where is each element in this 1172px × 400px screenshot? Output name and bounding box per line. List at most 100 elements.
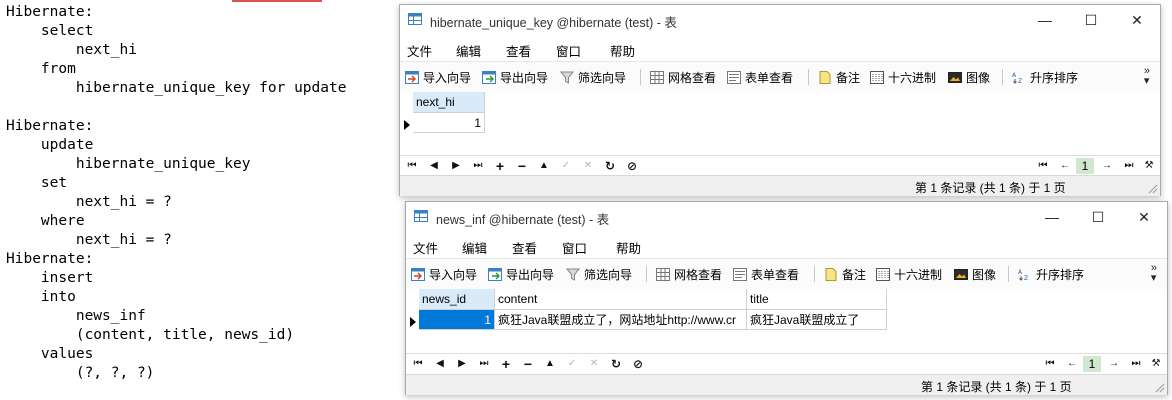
column-header-next-hi[interactable]: next_hi	[413, 92, 485, 113]
first-record-button[interactable]: ⏮	[405, 159, 419, 173]
previous-record-button[interactable]: ◀	[427, 159, 441, 173]
record-status-text: 第 1 条记录 (共 1 条) 于 1 页	[915, 181, 1066, 195]
table-cell[interactable]: 1	[413, 113, 485, 133]
import-icon	[411, 267, 425, 281]
first-page-button[interactable]: ⏮	[1036, 159, 1050, 173]
import-wizard-button[interactable]: 导入向导	[405, 69, 471, 85]
menu-view[interactable]: 查看	[512, 238, 537, 257]
toolbar-overflow-icon[interactable]: » ▾	[1151, 263, 1157, 284]
cancel-icon[interactable]: ✕	[581, 159, 595, 173]
filter-wizard-button[interactable]: 筛选向导	[560, 69, 626, 85]
menu-help[interactable]: 帮助	[610, 41, 635, 60]
console-line: (?, ?, ?)	[6, 365, 155, 381]
delete-record-button[interactable]: −	[521, 357, 535, 371]
menu-edit[interactable]: 编辑	[462, 238, 487, 257]
sort-ascending-button[interactable]: AZ 升序排序	[1012, 69, 1078, 85]
hex-button[interactable]: 十六进制	[876, 266, 942, 282]
console-line: where	[6, 213, 85, 229]
image-button[interactable]: 图像	[954, 266, 996, 282]
add-record-button[interactable]: +	[499, 357, 513, 371]
close-button[interactable]: ✕	[1121, 202, 1167, 232]
filter-wizard-label: 筛选向导	[584, 267, 633, 282]
close-button[interactable]: ✕	[1114, 5, 1160, 35]
settings-tools-icon[interactable]: ⚒	[1142, 159, 1156, 173]
filter-wizard-button[interactable]: 筛选向导	[566, 266, 632, 282]
column-header-news-id[interactable]: news_id	[419, 289, 495, 310]
next-page-button[interactable]: →	[1100, 159, 1114, 173]
table-cell[interactable]: 疯狂Java联盟成立了	[747, 310, 887, 330]
menu-edit[interactable]: 编辑	[456, 41, 481, 60]
sort-ascending-icon: AZ	[1018, 269, 1028, 281]
form-view-button[interactable]: 表单查看	[733, 266, 799, 282]
memo-label: 备注	[842, 267, 867, 282]
last-record-button[interactable]: ⏭	[477, 357, 491, 371]
title-bar[interactable]: news_inf @hibernate (test) - 表 ― ☐ ✕	[406, 202, 1167, 232]
column-header-content[interactable]: content	[495, 289, 747, 310]
apply-changes-button[interactable]: ▲	[537, 159, 551, 173]
table-cell-selected[interactable]: 1	[419, 310, 495, 330]
toolbar-divider	[646, 266, 647, 282]
previous-page-button[interactable]: ←	[1065, 357, 1079, 371]
check-icon[interactable]: ✓	[559, 159, 573, 173]
next-page-button[interactable]: →	[1107, 357, 1121, 371]
import-wizard-button[interactable]: 导入向导	[411, 266, 477, 282]
page-number[interactable]: 1	[1076, 158, 1094, 174]
window-title: hibernate_unique_key @hibernate (test) -…	[430, 16, 677, 30]
cancel-icon[interactable]: ✕	[587, 357, 601, 371]
page-number[interactable]: 1	[1083, 356, 1101, 372]
import-wizard-label: 导入向导	[429, 267, 478, 282]
menu-window[interactable]: 窗口	[562, 238, 587, 257]
last-page-button[interactable]: ⏭	[1129, 357, 1143, 371]
toolbar-overflow-icon[interactable]: » ▾	[1144, 66, 1150, 87]
export-wizard-button[interactable]: 导出向导	[482, 69, 548, 85]
table-cell[interactable]: 疯狂Java联盟成立了，网站地址http://www.cr	[495, 310, 747, 330]
next-record-button[interactable]: ▶	[455, 357, 469, 371]
export-wizard-button[interactable]: 导出向导	[488, 266, 554, 282]
last-record-button[interactable]: ⏭	[471, 159, 485, 173]
memo-icon	[819, 70, 831, 84]
maximize-button[interactable]: ☐	[1068, 5, 1114, 35]
form-view-label: 表单查看	[751, 267, 800, 282]
next-record-button[interactable]: ▶	[449, 159, 463, 173]
filter-icon	[560, 71, 574, 84]
menu-help[interactable]: 帮助	[616, 238, 641, 257]
minimize-button[interactable]: ―	[1029, 202, 1075, 232]
refresh-icon[interactable]: ↻	[609, 357, 623, 371]
stop-icon[interactable]: ⊘	[631, 357, 645, 371]
last-page-button[interactable]: ⏭	[1122, 159, 1136, 173]
hex-icon	[876, 267, 890, 281]
apply-changes-button[interactable]: ▲	[543, 357, 557, 371]
form-view-button[interactable]: 表单查看	[727, 69, 793, 85]
resize-grip-icon[interactable]	[1155, 383, 1165, 393]
first-page-button[interactable]: ⏮	[1043, 357, 1057, 371]
memo-button[interactable]: 备注	[824, 266, 866, 282]
minimize-button[interactable]: ―	[1022, 5, 1068, 35]
column-header-title[interactable]: title	[747, 289, 887, 310]
hex-button[interactable]: 十六进制	[870, 69, 936, 85]
refresh-icon[interactable]: ↻	[603, 159, 617, 173]
previous-page-button[interactable]: ←	[1058, 159, 1072, 173]
maximize-button[interactable]: ☐	[1075, 202, 1121, 232]
memo-button[interactable]: 备注	[818, 69, 860, 85]
menu-file[interactable]: 文件	[413, 238, 438, 257]
image-label: 图像	[972, 267, 997, 282]
menu-file[interactable]: 文件	[407, 41, 432, 60]
console-line: insert	[6, 270, 94, 286]
export-wizard-label: 导出向导	[500, 70, 549, 85]
menu-window[interactable]: 窗口	[556, 41, 581, 60]
first-record-button[interactable]: ⏮	[411, 357, 425, 371]
image-icon	[948, 71, 962, 83]
menu-view[interactable]: 查看	[506, 41, 531, 60]
delete-record-button[interactable]: −	[515, 159, 529, 173]
resize-grip-icon[interactable]	[1148, 184, 1158, 194]
grid-view-button[interactable]: 网格查看	[650, 69, 716, 85]
check-icon[interactable]: ✓	[565, 357, 579, 371]
image-button[interactable]: 图像	[948, 69, 990, 85]
grid-view-button[interactable]: 网格查看	[656, 266, 722, 282]
add-record-button[interactable]: +	[493, 159, 507, 173]
stop-icon[interactable]: ⊘	[625, 159, 639, 173]
title-bar[interactable]: hibernate_unique_key @hibernate (test) -…	[400, 5, 1160, 35]
settings-tools-icon[interactable]: ⚒	[1149, 357, 1163, 371]
sort-ascending-button[interactable]: AZ 升序排序	[1018, 266, 1084, 282]
previous-record-button[interactable]: ◀	[433, 357, 447, 371]
